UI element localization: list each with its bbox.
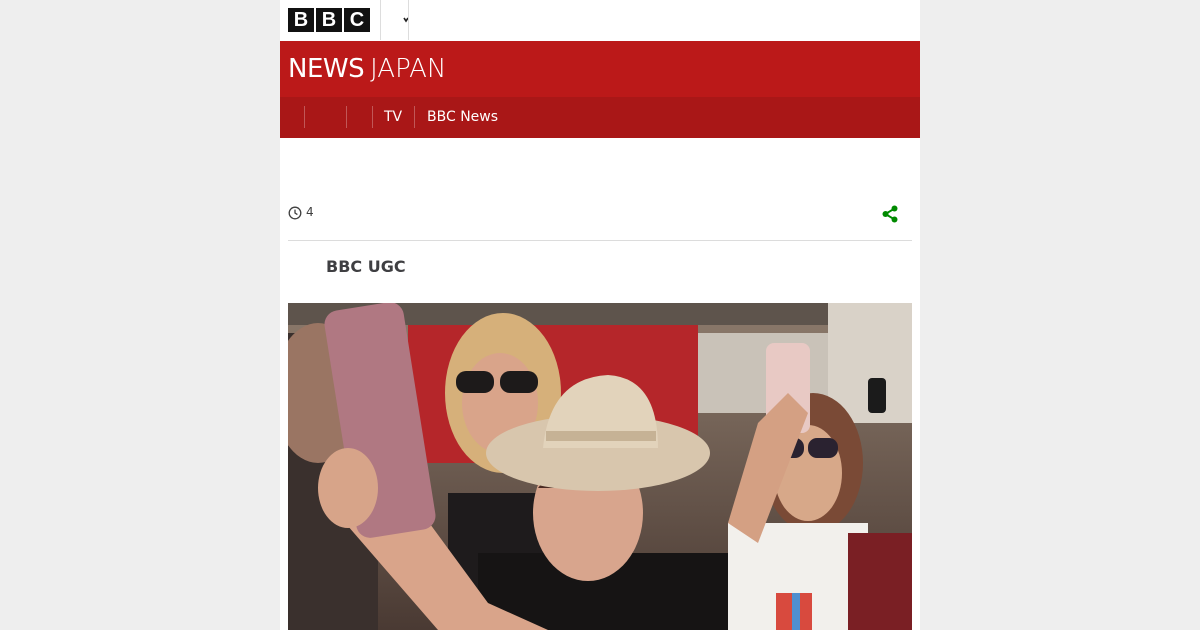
byline: BBC UGC (326, 257, 406, 276)
masthead-title[interactable]: NEWS JAPAN (288, 54, 446, 84)
divider (288, 240, 912, 241)
article-meta: 4 (288, 202, 912, 226)
topbar-divider (380, 0, 381, 40)
read-time: 4 (306, 205, 314, 219)
masthead-title-sub: JAPAN (370, 54, 447, 84)
lead-image-drawing (288, 303, 912, 630)
nav-separator (372, 106, 373, 128)
nav-separator (304, 106, 305, 128)
clock-icon (288, 206, 302, 220)
chevron-down-icon[interactable] (401, 12, 411, 24)
page: B B C NEWS JAPAN TV BBC News 4 BBC UGC (280, 0, 920, 630)
nav-item-bbc-news[interactable]: BBC News (427, 97, 498, 138)
nav-item-tv[interactable]: TV (384, 97, 402, 138)
bbc-logo-letter: C (344, 8, 370, 32)
nav-separator (414, 106, 415, 128)
share-icon[interactable] (880, 204, 900, 224)
masthead: NEWS JAPAN (280, 41, 920, 97)
section-nav: TV BBC News (280, 97, 920, 138)
bbc-logo[interactable]: B B C (288, 8, 370, 32)
bbc-logo-letter: B (288, 8, 314, 32)
masthead-title-main: NEWS (288, 54, 365, 84)
bbc-logo-letter: B (316, 8, 342, 32)
topbar-divider (408, 0, 409, 40)
nav-separator (346, 106, 347, 128)
top-bar: B B C (280, 0, 920, 40)
lead-image (288, 303, 912, 630)
